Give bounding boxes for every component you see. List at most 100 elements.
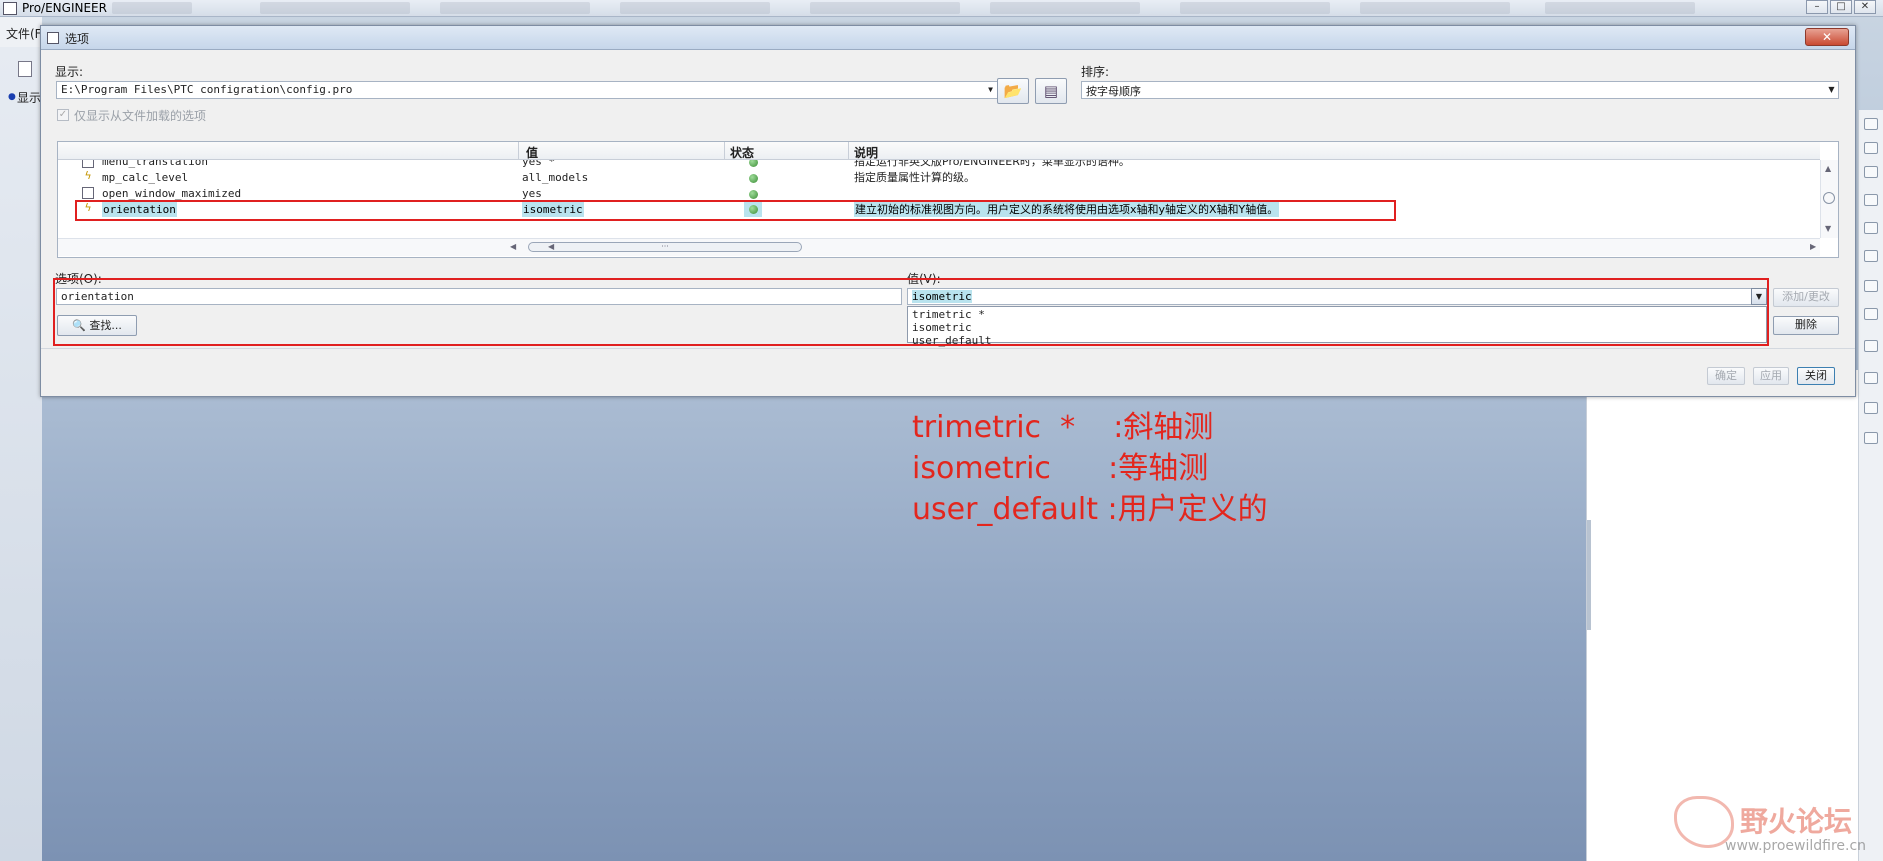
menu-file[interactable]: 文件(F bbox=[6, 25, 42, 42]
show-label: 显示: bbox=[55, 65, 84, 79]
maximize-icon[interactable]: □ bbox=[1830, 0, 1852, 14]
row-value: yes * bbox=[522, 160, 556, 168]
model-tree-panel: ● 显示 bbox=[0, 47, 42, 861]
curve-icon[interactable] bbox=[1864, 194, 1878, 206]
watermark-text: 野火论坛 bbox=[1740, 805, 1853, 838]
ok-button[interactable]: 确定 bbox=[1707, 367, 1745, 385]
table-header bbox=[58, 142, 1820, 160]
table-row[interactable]: ϟ mp_calc_level all_models 指定质量属性计算的级。 bbox=[58, 170, 1808, 185]
divider bbox=[41, 348, 1855, 349]
taskbar-tab[interactable] bbox=[990, 2, 1140, 14]
datum-plane-icon[interactable] bbox=[1864, 118, 1878, 130]
navigator-panel bbox=[1586, 370, 1858, 861]
menubar: 文件(F bbox=[0, 17, 42, 47]
dialog-close-button[interactable]: ✕ bbox=[1805, 28, 1849, 46]
header-separator bbox=[848, 142, 849, 160]
proe-app-icon bbox=[3, 2, 17, 15]
chevron-down-icon[interactable]: ▼ bbox=[1827, 85, 1836, 94]
sketch-icon[interactable] bbox=[1864, 166, 1878, 178]
row-value: all_models bbox=[522, 171, 589, 184]
taskbar-tab[interactable] bbox=[1545, 2, 1695, 14]
highlight-box-editor bbox=[53, 278, 1769, 346]
dialog-titlebar[interactable] bbox=[41, 26, 1855, 50]
minimize-icon[interactable]: – bbox=[1806, 0, 1828, 14]
save-copy-icon: ▤ bbox=[1043, 82, 1059, 100]
annotation-icon[interactable] bbox=[1864, 402, 1878, 414]
only-loaded-label: 仅显示从文件加载的选项 bbox=[74, 109, 207, 123]
taskbar-tab[interactable] bbox=[810, 2, 960, 14]
only-loaded-checkbox[interactable]: ✓ bbox=[57, 109, 69, 121]
scroll-down-icon[interactable]: ▼ bbox=[1825, 224, 1831, 233]
table-body: menu_translation yes * 指定运行非英文版Pro/ENGIN… bbox=[58, 160, 1820, 238]
chevron-down-icon[interactable]: ▼ bbox=[986, 85, 995, 94]
header-description[interactable]: 说明 bbox=[854, 144, 878, 160]
sort-label: 排序: bbox=[1081, 65, 1110, 79]
sheetmetal-icon[interactable] bbox=[1864, 432, 1878, 444]
header-value[interactable]: 值 bbox=[526, 144, 538, 160]
annotation-line-trimetric: trimetric * :斜轴测 bbox=[912, 410, 1214, 445]
highlight-box-orientation bbox=[75, 200, 1396, 221]
table-row[interactable]: menu_translation yes * 指定运行非英文版Pro/ENGIN… bbox=[58, 160, 1808, 169]
add-change-button[interactable]: 添加/更改 bbox=[1773, 288, 1839, 307]
scroll-left-icon[interactable]: ◀ bbox=[510, 242, 516, 251]
row-value: yes bbox=[522, 187, 542, 200]
taskbar-tab[interactable] bbox=[260, 2, 410, 14]
taskbar-tab[interactable] bbox=[1360, 2, 1510, 14]
option-icon bbox=[82, 160, 94, 168]
annotation-line-user-default: user_default :用户定义的 bbox=[912, 492, 1268, 527]
header-status[interactable]: 状态 bbox=[730, 144, 754, 160]
annotation-line-isometric: isometric :等轴测 bbox=[912, 451, 1209, 486]
row-description: 指定运行非英文版Pro/ENGINEER时，菜单显示的语种。 bbox=[854, 160, 1130, 168]
config-file-select[interactable]: E:\Program Files\PTC configration\config… bbox=[56, 81, 998, 99]
mirror-icon[interactable] bbox=[1864, 280, 1878, 292]
row-name: mp_calc_level bbox=[102, 171, 189, 184]
lightning-icon: ϟ bbox=[84, 169, 92, 182]
row-name: menu_translation bbox=[102, 160, 208, 168]
scroll-thumb[interactable] bbox=[1823, 192, 1835, 204]
taskbar-tab[interactable] bbox=[112, 2, 192, 14]
taskbar-tab[interactable] bbox=[620, 2, 770, 14]
save-config-button[interactable]: ▤ bbox=[1035, 78, 1067, 104]
scroll-left-icon[interactable]: ◀ bbox=[548, 242, 554, 251]
options-table: 值 状态 说明 menu_translation yes * 指定运行非英文版P… bbox=[57, 141, 1839, 258]
close-app-icon[interactable]: ✕ bbox=[1854, 0, 1876, 14]
taskbar-tab[interactable] bbox=[440, 2, 590, 14]
new-file-icon[interactable] bbox=[18, 61, 32, 77]
delete-button[interactable]: 删除 bbox=[1773, 316, 1839, 335]
sort-value: 按字母顺序 bbox=[1086, 85, 1141, 98]
hscroll-thumb[interactable]: ··· bbox=[528, 242, 802, 252]
dialog-title: 选项 bbox=[65, 32, 90, 46]
watermark-url: www.proewildfire.cn bbox=[1725, 838, 1867, 854]
pattern-icon[interactable] bbox=[1864, 340, 1878, 352]
config-file-path: E:\Program Files\PTC configration\config… bbox=[61, 83, 353, 96]
csys-icon[interactable] bbox=[1864, 250, 1878, 262]
table-row[interactable]: open_window_maximized yes bbox=[58, 186, 1808, 201]
status-ok-icon bbox=[749, 160, 758, 167]
status-ok-icon bbox=[749, 190, 758, 199]
app-title: Pro/ENGINEER bbox=[22, 1, 107, 15]
header-separator bbox=[518, 142, 519, 160]
open-folder-button[interactable]: 📂 bbox=[997, 78, 1029, 104]
taskbar-tab[interactable] bbox=[1180, 2, 1330, 14]
open-folder-icon: 📂 bbox=[1003, 82, 1023, 100]
sort-select[interactable]: 按字母顺序 ▼ bbox=[1081, 81, 1839, 99]
row-name: open_window_maximized bbox=[102, 187, 242, 200]
datum-axis-icon[interactable] bbox=[1864, 142, 1878, 154]
trim-icon[interactable] bbox=[1864, 308, 1878, 320]
point-icon[interactable] bbox=[1864, 222, 1878, 234]
feature-icon[interactable] bbox=[1864, 372, 1878, 384]
horizontal-scrollbar[interactable]: ◀ ··· ▶ ◀ bbox=[58, 238, 1820, 256]
status-ok-icon bbox=[749, 174, 758, 183]
bullet-icon: ● bbox=[8, 92, 16, 102]
header-separator bbox=[724, 142, 725, 160]
scroll-right-icon[interactable]: ▶ bbox=[1810, 242, 1816, 251]
tree-item-display[interactable]: 显示 bbox=[17, 89, 41, 106]
scroll-up-icon[interactable]: ▲ bbox=[1825, 164, 1831, 173]
dialog-icon bbox=[47, 32, 59, 44]
panel-splitter[interactable] bbox=[1587, 520, 1591, 630]
apply-button[interactable]: 应用 bbox=[1753, 367, 1789, 385]
row-description: 指定质量属性计算的级。 bbox=[854, 171, 975, 184]
option-icon bbox=[82, 187, 94, 199]
vertical-scrollbar[interactable]: ▲ ▼ bbox=[1820, 160, 1838, 238]
close-button[interactable]: 关闭 bbox=[1797, 367, 1835, 385]
